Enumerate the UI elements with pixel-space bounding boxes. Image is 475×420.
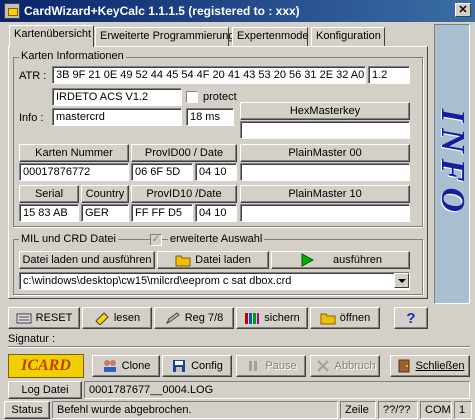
status-port-number: 1 bbox=[454, 401, 472, 419]
country-button[interactable]: Country bbox=[81, 185, 129, 203]
abbruch-label: Abbruch bbox=[334, 360, 376, 372]
books-icon bbox=[245, 313, 260, 324]
config-button[interactable]: Config bbox=[162, 355, 232, 377]
people-icon bbox=[103, 360, 116, 372]
protect-label: protect bbox=[203, 91, 237, 103]
pencil-icon bbox=[165, 312, 180, 325]
icard-logo: ICARD bbox=[8, 354, 84, 378]
play-icon bbox=[301, 253, 315, 267]
plainmaster00-field[interactable] bbox=[240, 163, 410, 181]
door-icon bbox=[398, 359, 410, 373]
sichern-button[interactable]: sichern bbox=[236, 307, 308, 329]
info-banner-text: INFO bbox=[434, 109, 471, 219]
country-field[interactable]: GER bbox=[81, 204, 129, 222]
atr-version-field[interactable]: 1.2 bbox=[368, 66, 410, 84]
reg-button[interactable]: Reg 7/8 bbox=[154, 307, 234, 329]
floppy-icon bbox=[173, 360, 186, 372]
load-execute-label: Datei laden und ausführen bbox=[22, 254, 152, 266]
plainmaster00-button[interactable]: PlainMaster 00 bbox=[240, 144, 410, 162]
pause-icon bbox=[249, 361, 258, 371]
folder-icon bbox=[175, 255, 191, 267]
title-bar[interactable]: CardWizard+KeyCalc 1.1.1.5 (registered t… bbox=[0, 0, 475, 22]
schliessen-label: Schließen bbox=[415, 360, 465, 372]
keyboard-icon bbox=[16, 313, 32, 324]
card-read-icon bbox=[95, 312, 109, 325]
provid10-button[interactable]: ProvID10 /Date bbox=[131, 185, 237, 203]
execute-label: ausführen bbox=[333, 254, 382, 266]
kartennummer-button[interactable]: Karten Nummer bbox=[19, 144, 129, 162]
file-path-combo[interactable]: c:\windows\desktop\cw15\milcrd\eeprom c … bbox=[19, 272, 410, 290]
file-path-value: c:\windows\desktop\cw15\milcrd\eeprom c … bbox=[23, 275, 292, 287]
reg-label: Reg 7/8 bbox=[184, 312, 224, 324]
status-label: Status bbox=[4, 401, 50, 419]
load-execute-button[interactable]: Datei laden und ausführen bbox=[19, 251, 155, 269]
status-port: COM bbox=[420, 401, 452, 419]
provid00-date-field[interactable]: 04 10 bbox=[195, 163, 237, 181]
serial-field[interactable]: 15 83 AB bbox=[19, 204, 79, 222]
signatur-divider bbox=[8, 346, 470, 348]
tab-kartenuebersicht[interactable]: Kartenübersicht bbox=[9, 25, 94, 47]
info-field[interactable]: mastercrd bbox=[52, 108, 182, 126]
tab-expertenmode[interactable]: Expertenmode bbox=[232, 27, 309, 46]
reset-label: RESET bbox=[35, 312, 73, 324]
serial-button[interactable]: Serial bbox=[19, 185, 79, 203]
reset-button[interactable]: RESET bbox=[8, 307, 80, 329]
signatur-label: Signatur : bbox=[8, 333, 56, 345]
hexmasterkey-button[interactable]: HexMasterkey bbox=[240, 102, 410, 120]
atr-field[interactable]: 3B 9F 21 0E 49 52 44 45 54 4F 20 41 43 5… bbox=[52, 66, 366, 84]
plainmaster10-button[interactable]: PlainMaster 10 bbox=[240, 185, 410, 203]
mil-crd-legend: MIL und CRD Datei bbox=[19, 233, 118, 245]
erweiterte-checkbox[interactable]: ✓ bbox=[150, 234, 162, 246]
karten-info-legend: Karten Informationen bbox=[19, 50, 126, 62]
log-file-field: 0001787677__0004.LOG bbox=[84, 381, 470, 399]
window-title: CardWizard+KeyCalc 1.1.1.5 (registered t… bbox=[24, 4, 300, 18]
pause-label: Pause bbox=[265, 360, 297, 372]
oeffnen-button[interactable]: öffnen bbox=[310, 307, 380, 329]
plainmaster10-field[interactable] bbox=[240, 204, 410, 222]
hexmasterkey-field[interactable] bbox=[240, 121, 410, 139]
app-icon bbox=[4, 3, 20, 19]
provid00-button[interactable]: ProvID00 / Date bbox=[131, 144, 237, 162]
execute-button[interactable]: ausführen bbox=[271, 251, 410, 269]
clone-button[interactable]: Clone bbox=[92, 355, 160, 377]
protect-checkbox[interactable] bbox=[186, 91, 198, 103]
abbruch-button[interactable]: Abbruch bbox=[310, 355, 380, 377]
oeffnen-label: öffnen bbox=[339, 312, 371, 324]
log-datei-button[interactable]: Log Datei bbox=[8, 381, 82, 399]
pause-button[interactable]: Pause bbox=[236, 355, 306, 377]
sichern-label: sichern bbox=[264, 312, 300, 324]
provid00-field[interactable]: 06 6F 5D bbox=[131, 163, 193, 181]
cancel-icon bbox=[316, 360, 329, 372]
info-label: Info : bbox=[19, 112, 44, 124]
card-name-field[interactable]: IRDETO ACS V1.2 bbox=[52, 88, 182, 106]
lesen-button[interactable]: lesen bbox=[82, 307, 152, 329]
provid10-date-field[interactable]: 04 10 bbox=[195, 204, 237, 222]
file-path-dropdown-arrow[interactable] bbox=[394, 273, 409, 288]
clone-label: Clone bbox=[121, 360, 151, 372]
status-zeile: Zeile bbox=[340, 401, 376, 419]
erweiterte-label: erweiterte Auswahl bbox=[168, 233, 265, 245]
load-file-label: Datei laden bbox=[195, 254, 251, 266]
open-folder-icon bbox=[320, 313, 336, 325]
status-message: Befehl wurde abgebrochen. bbox=[52, 401, 338, 419]
lesen-label: lesen bbox=[113, 312, 141, 324]
tab-konfiguration[interactable]: Konfiguration bbox=[311, 27, 385, 46]
help-button[interactable]: ? bbox=[394, 307, 428, 329]
load-file-button[interactable]: Datei laden bbox=[157, 251, 269, 269]
provid10-field[interactable]: FF FF D5 bbox=[131, 204, 193, 222]
schliessen-button[interactable]: Schließen bbox=[390, 355, 470, 377]
kartennummer-field[interactable]: 00017876772 bbox=[19, 163, 129, 181]
status-position: ??/?? bbox=[378, 401, 418, 419]
info-banner[interactable]: INFO bbox=[434, 24, 471, 304]
timing-field[interactable]: 18 ms bbox=[186, 108, 234, 126]
close-button[interactable]: ✕ bbox=[455, 3, 471, 17]
tab-erweiterte-programmierung[interactable]: Erweiterte Programmierung bbox=[95, 27, 235, 46]
atr-label: ATR : bbox=[19, 70, 47, 82]
config-label: Config bbox=[191, 360, 223, 372]
